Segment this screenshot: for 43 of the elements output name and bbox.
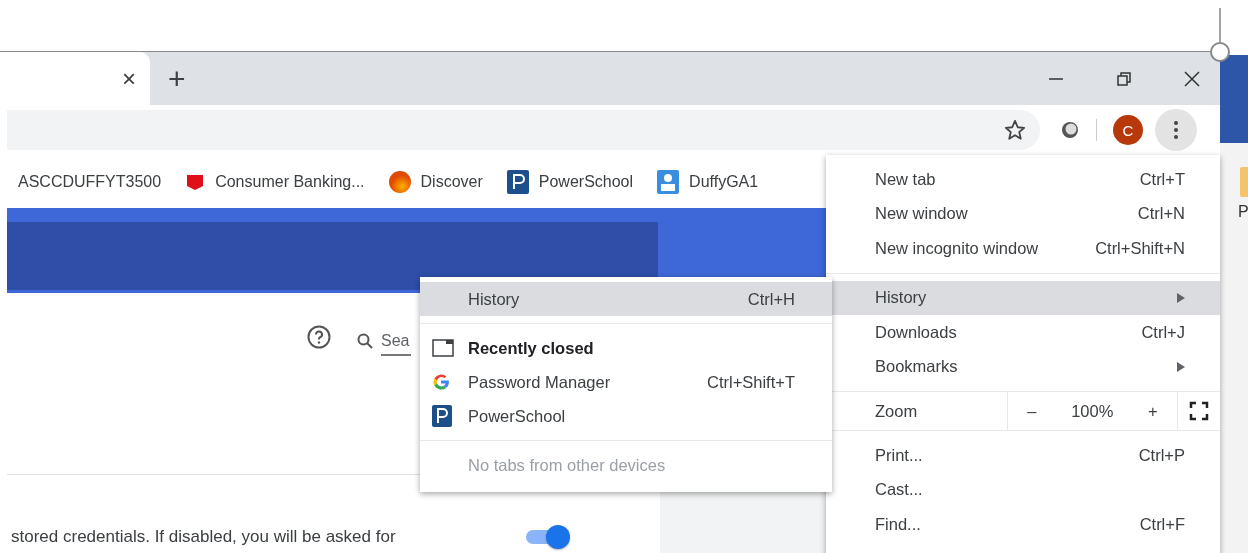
menu-note: No tabs from other devices (467, 454, 667, 476)
orb-icon (388, 170, 411, 193)
menu-item[interactable]: Find... Ctrl+F (826, 507, 1220, 542)
setting-description: stored credentials. If disabled, you will be asked for (11, 527, 396, 547)
close-icon[interactable] (1184, 70, 1200, 87)
close-tab-button[interactable]: × (122, 64, 136, 93)
menu-item[interactable]: Print... Ctrl+P (826, 438, 1220, 473)
bookmark[interactable]: ASCCDUFFYT3500 (18, 172, 162, 191)
browser-tab[interactable]: × (7, 52, 150, 105)
search-icon (357, 333, 373, 349)
menu-item[interactable]: Cast... (826, 472, 1220, 507)
zoom-level: 100% (1071, 401, 1114, 421)
bookmark[interactable]: PowerSchool (506, 169, 634, 194)
zoom-in-button[interactable]: + (1144, 401, 1162, 421)
user-icon (657, 169, 680, 194)
menu-item[interactable]: History Ctrl+H (420, 282, 832, 316)
extension-icon[interactable] (1060, 120, 1080, 140)
profile-avatar[interactable]: C (1113, 115, 1143, 145)
g-logo-icon (432, 373, 450, 391)
search-field[interactable]: Sea (381, 332, 411, 356)
menu-item[interactable]: New tab Ctrl+T (826, 162, 1220, 197)
zoom-out-button[interactable]: – (1023, 401, 1041, 421)
menu-item[interactable]: New incognito window Ctrl+Shift+N (826, 231, 1220, 266)
background-text: P (1238, 203, 1248, 221)
zoom-label: Zoom (874, 401, 919, 421)
menu-button[interactable] (1155, 109, 1197, 151)
submenu-arrow-icon (1177, 292, 1185, 303)
help-icon[interactable] (307, 325, 331, 349)
bookmark[interactable]: Consumer Banking... (185, 171, 365, 192)
p-tile-icon (432, 405, 452, 427)
menu-item[interactable]: New window Ctrl+N (826, 196, 1220, 231)
menu-icon (1174, 121, 1178, 139)
bookmark[interactable]: DuffyGA1 (657, 169, 759, 194)
fullscreen-icon[interactable] (1189, 401, 1209, 421)
p-tile-icon (506, 169, 529, 194)
menu-item[interactable]: PowerSchool (420, 399, 832, 433)
star-icon[interactable] (1004, 119, 1026, 141)
bookmark[interactable]: Discover (388, 170, 483, 193)
new-tab-button[interactable]: + (168, 63, 186, 94)
toggle-switch[interactable] (525, 525, 570, 549)
submenu-arrow-icon (1177, 361, 1185, 372)
restore-icon[interactable] (1116, 70, 1132, 87)
window-icon (432, 339, 454, 357)
